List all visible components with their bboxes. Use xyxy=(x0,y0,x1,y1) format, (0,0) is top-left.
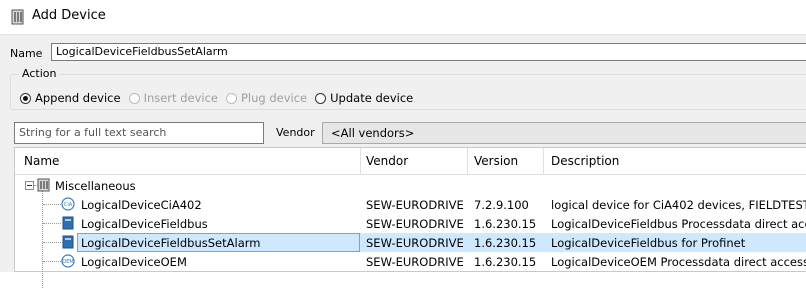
table-header: Name Vendor Version Description xyxy=(15,148,806,175)
device-description: LogicalDeviceFieldbus for Profinet xyxy=(551,236,746,250)
device-vendor: SEW-EURODRIVE xyxy=(366,217,464,231)
radio-indicator xyxy=(128,92,140,104)
tree-group-row[interactable]: Miscellaneous xyxy=(15,176,806,195)
device-app-icon xyxy=(11,9,24,25)
tree-line xyxy=(43,242,61,244)
column-header-version[interactable]: Version xyxy=(474,148,518,174)
device-table: Name Vendor Version Description Miscella… xyxy=(14,147,806,288)
column-divider[interactable] xyxy=(360,148,361,174)
device-group-icon xyxy=(37,178,50,192)
vendor-label: Vendor xyxy=(276,126,315,139)
tree-line xyxy=(43,261,61,263)
fieldbus-device-icon xyxy=(62,216,74,230)
name-input[interactable]: LogicalDeviceFieldbusSetAlarm xyxy=(51,43,806,61)
title-bar: Add Device xyxy=(0,0,806,35)
device-version: 1.6.230.15 xyxy=(474,236,537,250)
action-radio-row: Append device Insert device Plug device … xyxy=(20,90,421,106)
column-header-description[interactable]: Description xyxy=(551,148,619,174)
dialog-client: Name LogicalDeviceFieldbusSetAlarm Actio… xyxy=(0,35,806,288)
collapse-toggle-icon[interactable] xyxy=(25,181,34,190)
action-legend: Action xyxy=(19,67,60,80)
radio-indicator xyxy=(225,92,237,104)
insert-device-radio: Insert device xyxy=(128,91,218,105)
device-name: LogicalDeviceCiA402 xyxy=(81,198,202,212)
device-description: LogicalDeviceFieldbus Processdata direct… xyxy=(551,217,806,231)
search-row: String for a full text search Vendor <Al… xyxy=(14,122,806,144)
search-input[interactable]: String for a full text search xyxy=(14,122,264,144)
column-header-name[interactable]: Name xyxy=(24,148,59,174)
table-row[interactable]: OEM LogicalDeviceOEM SEW-EURODRIVE 1.6.2… xyxy=(15,252,806,271)
oem-device-icon: OEM xyxy=(61,254,75,268)
update-device-radio[interactable]: Update device xyxy=(315,91,413,105)
column-header-vendor[interactable]: Vendor xyxy=(366,148,408,174)
device-name: LogicalDeviceFieldbus xyxy=(81,217,208,231)
table-row[interactable]: CiA LogicalDeviceCiA402 SEW-EURODRIVE 7.… xyxy=(15,195,806,214)
device-description: LogicalDeviceOEM Processdata direct acce… xyxy=(551,255,806,269)
device-version: 7.2.9.100 xyxy=(474,198,529,212)
device-version: 1.6.230.15 xyxy=(474,255,537,269)
table-row-selected[interactable]: LogicalDeviceFieldbusSetAlarm SEW-EURODR… xyxy=(15,233,806,252)
plug-device-radio: Plug device xyxy=(225,91,307,105)
table-row[interactable]: LogicalDeviceFieldbus SEW-EURODRIVE 1.6.… xyxy=(15,214,806,233)
device-name: LogicalDeviceFieldbusSetAlarm xyxy=(81,236,261,250)
radio-indicator xyxy=(315,92,327,104)
fieldbus-device-icon xyxy=(62,235,74,249)
svg-text:OEM: OEM xyxy=(62,259,73,265)
device-vendor: SEW-EURODRIVE xyxy=(366,236,464,250)
vendor-select[interactable]: <All vendors> xyxy=(322,122,806,144)
action-group: Action Append device Insert device Plug … xyxy=(10,67,806,110)
tree-line xyxy=(43,204,61,206)
device-vendor: SEW-EURODRIVE xyxy=(366,198,464,212)
window-title: Add Device xyxy=(32,8,106,23)
device-version: 1.6.230.15 xyxy=(474,217,537,231)
name-label: Name xyxy=(10,47,43,60)
device-name: LogicalDeviceOEM xyxy=(81,255,187,269)
column-divider[interactable] xyxy=(543,148,544,174)
tree-line xyxy=(43,223,61,225)
device-vendor: SEW-EURODRIVE xyxy=(366,255,464,269)
device-description: logical device for CiA402 devices, FIELD… xyxy=(551,198,806,212)
column-divider[interactable] xyxy=(467,148,468,174)
radio-indicator xyxy=(20,92,31,104)
cia-device-icon: CiA xyxy=(61,197,75,211)
append-device-radio[interactable]: Append device xyxy=(20,91,121,105)
group-label: Miscellaneous xyxy=(55,179,136,193)
svg-text:CiA: CiA xyxy=(64,202,73,208)
